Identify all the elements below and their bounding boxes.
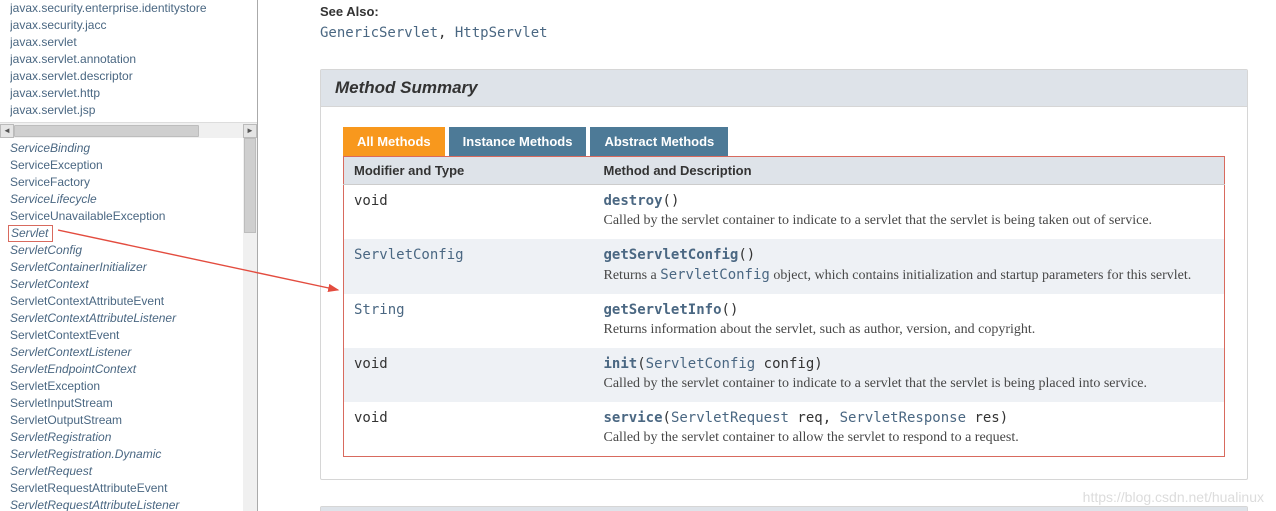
method-description: Called by the servlet container to indic…	[604, 213, 1215, 229]
method-summary-section: Method Summary All MethodsInstance Metho…	[320, 69, 1248, 480]
class-list-pane: ServiceBindingServiceExceptionServiceFac…	[0, 138, 257, 511]
method-row: ServletConfig getServletConfig() Returns a…	[344, 239, 1225, 294]
see-also-link-http[interactable]: HttpServlet	[455, 25, 548, 41]
package-link[interactable]: javax.security.enterprise.identitystore	[10, 0, 257, 17]
package-link[interactable]: javax.servlet.http	[10, 85, 257, 102]
class-link[interactable]: ServiceException	[10, 157, 257, 174]
method-signature: service(ServletRequest req, ServletRespo…	[604, 410, 1215, 426]
class-link[interactable]: ServletRegistration.Dynamic	[10, 446, 257, 463]
class-link[interactable]: ServletRequestAttributeListener	[10, 497, 257, 511]
package-link[interactable]: javax.security.jacc	[10, 17, 257, 34]
class-link[interactable]: ServletRegistration	[10, 429, 257, 446]
sidebar: javax.security.enterprise.identitystorej…	[0, 0, 258, 511]
method-signature: destroy()	[604, 193, 1215, 209]
method-signature: init(ServletConfig config)	[604, 356, 1215, 372]
param-type-link[interactable]: ServletRequest	[671, 410, 789, 426]
method-row: void destroy() Called by the servlet conta…	[344, 185, 1225, 240]
scroll-track[interactable]	[14, 125, 243, 137]
method-tabs: All MethodsInstance MethodsAbstract Meth…	[343, 127, 1225, 156]
method-description: Called by the servlet container to allow…	[604, 430, 1215, 446]
method-desc-cell: service(ServletRequest req, ServletRespo…	[594, 402, 1225, 457]
scroll-left-button[interactable]: ◄	[0, 124, 14, 138]
method-description: Returns information about the servlet, s…	[604, 322, 1215, 338]
param-type-link[interactable]: ServletResponse	[840, 410, 966, 426]
horizontal-scrollbar[interactable]: ◄ ►	[0, 122, 257, 138]
class-link[interactable]: ServletContainerInitializer	[10, 259, 257, 276]
class-link[interactable]: ServletContext	[10, 276, 257, 293]
class-link[interactable]: ServletRequest	[10, 463, 257, 480]
method-summary-table: Modifier and Type Method and Description…	[343, 156, 1225, 457]
col-header-description: Method and Description	[594, 157, 1225, 185]
see-also-link-generic[interactable]: GenericServlet	[320, 25, 438, 41]
package-link[interactable]: javax.servlet.descriptor	[10, 68, 257, 85]
class-link[interactable]: ServletContextListener	[10, 344, 257, 361]
tab-abstract-methods[interactable]: Abstract Methods	[590, 127, 728, 156]
method-desc-cell: getServletConfig() Returns a ServletConfi…	[594, 239, 1225, 294]
method-name-link[interactable]: service	[604, 410, 663, 426]
param-type-link[interactable]: ServletConfig	[646, 356, 756, 372]
main-content: See Also: GenericServlet, HttpServlet Me…	[258, 0, 1276, 511]
method-detail-section: Method Detail	[320, 506, 1248, 511]
method-name-link[interactable]: getServletInfo	[604, 302, 722, 318]
method-name-link[interactable]: destroy	[604, 193, 663, 209]
method-type: void	[344, 185, 594, 240]
class-link[interactable]: ServletEndpointContext	[10, 361, 257, 378]
vscroll-thumb[interactable]	[244, 138, 256, 233]
method-desc-cell: init(ServletConfig config) Called by the …	[594, 348, 1225, 402]
vertical-scrollbar[interactable]	[243, 138, 257, 511]
method-signature: getServletConfig()	[604, 247, 1215, 263]
method-summary-header: Method Summary	[321, 70, 1247, 107]
method-row: void init(ServletConfig config) Called by …	[344, 348, 1225, 402]
method-name-link[interactable]: init	[604, 356, 638, 372]
tab-all-methods[interactable]: All Methods	[343, 127, 445, 156]
see-also-links: GenericServlet, HttpServlet	[320, 25, 1248, 41]
class-link[interactable]: ServletConfig	[10, 242, 257, 259]
scroll-thumb[interactable]	[14, 125, 199, 137]
watermark: https://blog.csdn.net/hualinux	[1083, 489, 1264, 505]
method-desc-cell: getServletInfo() Returns information abou…	[594, 294, 1225, 348]
see-also-label: See Also:	[320, 4, 1248, 19]
package-link[interactable]: javax.servlet.annotation	[10, 51, 257, 68]
method-description: Called by the servlet container to indic…	[604, 376, 1215, 392]
method-desc-cell: destroy() Called by the servlet container…	[594, 185, 1225, 240]
class-link[interactable]: ServiceBinding	[10, 140, 257, 157]
class-link[interactable]: ServiceUnavailableException	[10, 208, 257, 225]
method-type: void	[344, 402, 594, 457]
class-link[interactable]: ServiceLifecycle	[10, 191, 257, 208]
method-detail-header: Method Detail	[321, 507, 1247, 511]
type-link[interactable]: ServletConfig	[354, 247, 464, 263]
col-header-modifier: Modifier and Type	[344, 157, 594, 185]
method-type: String	[344, 294, 594, 348]
tab-instance-methods[interactable]: Instance Methods	[449, 127, 587, 156]
type-link[interactable]: String	[354, 302, 405, 318]
method-row: String getServletInfo() Returns informatio…	[344, 294, 1225, 348]
class-link[interactable]: ServletException	[10, 378, 257, 395]
package-list-pane: javax.security.enterprise.identitystorej…	[0, 0, 257, 122]
class-link[interactable]: ServiceFactory	[10, 174, 257, 191]
scroll-right-button[interactable]: ►	[243, 124, 257, 138]
class-link[interactable]: ServletContextEvent	[10, 327, 257, 344]
method-type: ServletConfig	[344, 239, 594, 294]
class-link[interactable]: ServletContextAttributeEvent	[10, 293, 257, 310]
package-link[interactable]: javax.servlet	[10, 34, 257, 51]
package-link[interactable]: javax.servlet.jsp	[10, 102, 257, 119]
class-link[interactable]: ServletRequestAttributeEvent	[10, 480, 257, 497]
method-signature: getServletInfo()	[604, 302, 1215, 318]
method-description: Returns a ServletConfig object, which co…	[604, 267, 1215, 284]
class-link[interactable]: ServletContextAttributeListener	[10, 310, 257, 327]
class-link[interactable]: ServletOutputStream	[10, 412, 257, 429]
method-type: void	[344, 348, 594, 402]
method-name-link[interactable]: getServletConfig	[604, 247, 739, 263]
class-link-servlet[interactable]: Servlet	[10, 225, 257, 242]
method-row: void service(ServletRequest req, ServletR…	[344, 402, 1225, 457]
class-link[interactable]: ServletInputStream	[10, 395, 257, 412]
